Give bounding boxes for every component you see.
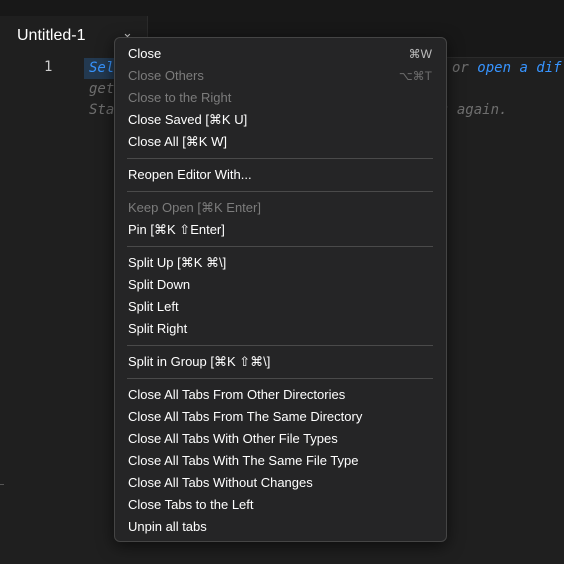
menu-separator [127,345,433,346]
menu-item-label: Close All Tabs Without Changes [128,475,313,490]
menu-item-label: Close All Tabs With Other File Types [128,431,338,446]
menu-item-split-in-group[interactable]: Split in Group [⌘K ⇧⌘\] [128,351,432,373]
line-number: 1 [44,59,53,75]
menu-item-label: Close All Tabs With The Same File Type [128,453,359,468]
hint-text-right-3: s again. [440,102,508,118]
menu-item-split-down[interactable]: Split Down [128,274,432,296]
menu-item-split-left[interactable]: Split Left [128,296,432,318]
menu-item-label: Split in Group [⌘K ⇧⌘\] [128,354,271,369]
menu-item-reopen-editor-with[interactable]: Reopen Editor With... [128,164,432,186]
menu-item-close-saved[interactable]: Close Saved [⌘K U] [128,109,432,131]
menu-item-close-all[interactable]: Close All [⌘K W] [128,131,432,153]
menu-item-keep-open: Keep Open [⌘K Enter] [128,197,432,219]
menu-item-label: Close All Tabs From The Same Directory [128,409,363,424]
menu-item-close[interactable]: Close ⌘W [128,43,432,65]
menu-item-shortcut: ⌥⌘T [398,69,432,83]
hint-or: or [452,60,478,76]
menu-item-close-other-file-types[interactable]: Close All Tabs With Other File Types [128,428,432,450]
menu-item-label: Split Down [128,277,191,292]
menu-separator [127,246,433,247]
menu-item-label: Keep Open [⌘K Enter] [128,200,261,215]
menu-item-label: Close Saved [⌘K U] [128,112,248,127]
hint-link-open[interactable]: open a dif [477,60,561,76]
left-edge-mark [0,484,4,485]
menu-item-close-same-directory[interactable]: Close All Tabs From The Same Directory [128,406,432,428]
hint-link-select[interactable]: Sel [89,60,114,76]
tab-label: Untitled-1 [17,27,86,44]
menu-item-label: Close All [⌘K W] [128,134,227,149]
hint-line-2: get [89,81,115,97]
menu-item-close-to-right: Close to the Right [128,87,432,109]
menu-item-label: Split Up [⌘K ⌘\] [128,255,227,270]
hint-text-right: or open a dif [452,60,562,76]
menu-item-close-same-file-type[interactable]: Close All Tabs With The Same File Type [128,450,432,472]
menu-item-unpin-all-tabs[interactable]: Unpin all tabs [128,516,432,538]
tab-context-menu: Close ⌘W Close Others ⌥⌘T Close to the R… [114,37,447,542]
menu-item-label: Close Others [128,68,204,83]
menu-item-label: Split Right [128,321,188,336]
menu-item-label: Close Tabs to the Left [128,497,254,512]
menu-item-close-without-changes[interactable]: Close All Tabs Without Changes [128,472,432,494]
menu-item-label: Pin [⌘K ⇧Enter] [128,222,225,237]
menu-item-close-other-directories[interactable]: Close All Tabs From Other Directories [128,384,432,406]
menu-separator [127,378,433,379]
menu-item-label: Close to the Right [128,90,232,105]
menu-separator [127,191,433,192]
menu-item-split-right[interactable]: Split Right [128,318,432,340]
menu-item-pin[interactable]: Pin [⌘K ⇧Enter] [128,219,432,241]
menu-item-label: Split Left [128,299,179,314]
menu-item-split-up[interactable]: Split Up [⌘K ⌘\] [128,252,432,274]
menu-item-close-others: Close Others ⌥⌘T [128,65,432,87]
menu-item-shortcut: ⌘W [408,47,432,61]
hint-line-3: Sta [89,102,115,118]
menu-item-label: Unpin all tabs [128,519,207,534]
menu-item-label: Reopen Editor With... [128,167,252,182]
title-bar [0,0,564,16]
menu-item-label: Close All Tabs From Other Directories [128,387,346,402]
menu-item-close-tabs-left[interactable]: Close Tabs to the Left [128,494,432,516]
menu-separator [127,158,433,159]
menu-item-label: Close [128,46,162,61]
